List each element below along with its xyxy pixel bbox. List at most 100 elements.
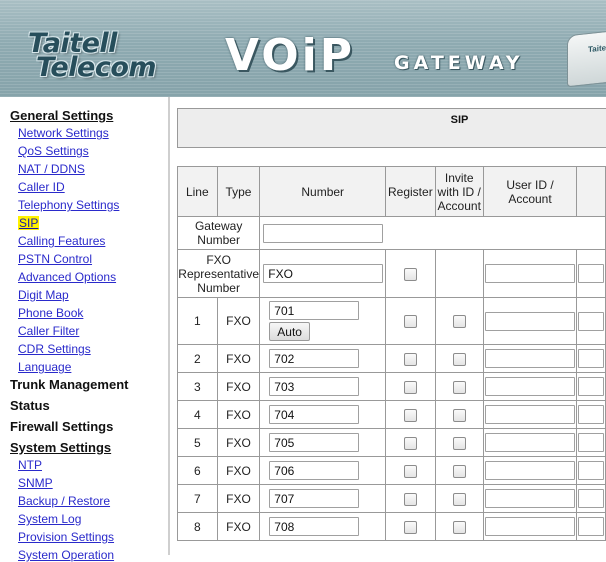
line-number: 6 — [178, 457, 218, 485]
line-type: FXO — [217, 429, 261, 457]
number-input[interactable] — [269, 405, 360, 424]
invite-cell — [435, 457, 484, 485]
sidebar-item-phone-book[interactable]: Phone Book — [18, 306, 83, 320]
userid-input[interactable] — [485, 349, 575, 368]
sidebar-item-language[interactable]: Language — [18, 360, 71, 374]
register-checkbox[interactable] — [403, 408, 417, 422]
register-checkbox[interactable] — [403, 492, 417, 506]
invite-checkbox[interactable] — [452, 352, 466, 366]
sidebar-item-system-operation[interactable]: System Operation — [18, 548, 114, 562]
sidebar-item-pstn-control[interactable]: PSTN Control — [18, 252, 92, 266]
fxo-rep-label-line3: Number — [197, 280, 240, 295]
fxo-representative-number-cell — [260, 250, 387, 298]
invite-checkbox[interactable] — [452, 436, 466, 450]
userid-input[interactable] — [485, 461, 575, 480]
invite-checkbox[interactable] — [452, 492, 466, 506]
sidebar-item-telephony-settings[interactable]: Telephony Settings — [18, 198, 119, 212]
gateway-number-label-line1: Gateway — [194, 219, 243, 233]
userid-cell — [483, 298, 578, 345]
gateway-number-input[interactable] — [263, 223, 384, 243]
register-checkbox[interactable] — [403, 315, 417, 329]
line-type: FXO — [217, 373, 261, 401]
sidebar-item-advanced-options[interactable]: Advanced Options — [18, 270, 116, 284]
sidebar-item-cdr-settings[interactable]: CDR Settings — [18, 342, 91, 356]
userid-input[interactable] — [485, 311, 575, 331]
sidebar-item-ntp[interactable]: NTP — [18, 458, 42, 472]
gateway-number-cell — [260, 217, 606, 250]
number-input[interactable] — [269, 301, 360, 320]
extra-input[interactable] — [578, 264, 605, 283]
invite-cell — [435, 373, 484, 401]
number-cell — [260, 401, 387, 429]
sidebar-item-calling-features[interactable]: Calling Features — [18, 234, 105, 248]
sidebar-item-system-log[interactable]: System Log — [18, 512, 81, 526]
fxo-representative-register-cell — [386, 250, 436, 298]
logo-text-telecom: Telecom — [36, 52, 157, 83]
header-banner: Taitell Telecom VOiP GATEWAY Taitell — [0, 0, 606, 97]
userid-input[interactable] — [485, 405, 575, 424]
sip-line-table: Line Type Number Register Invite with ID… — [177, 166, 606, 541]
register-checkbox[interactable] — [403, 352, 417, 366]
number-cell — [260, 513, 387, 541]
extra-input[interactable] — [578, 405, 605, 424]
sidebar-item-caller-filter[interactable]: Caller Filter — [18, 324, 79, 338]
column-header-userid: User ID / Account — [483, 167, 578, 217]
invite-checkbox[interactable] — [452, 464, 466, 478]
number-input[interactable] — [269, 377, 360, 396]
extra-input[interactable] — [578, 349, 605, 368]
extra-input[interactable] — [578, 377, 605, 396]
number-input[interactable] — [269, 349, 360, 368]
number-cell — [260, 345, 387, 373]
extra-input[interactable] — [578, 311, 605, 331]
userid-cell — [483, 485, 578, 513]
sidebar-item-qos-settings[interactable]: QoS Settings — [18, 144, 89, 158]
register-checkbox[interactable] — [403, 464, 417, 478]
sidebar-item-backup-restore[interactable]: Backup / Restore — [18, 494, 110, 508]
menu-header-general-settings[interactable]: General Settings — [10, 108, 113, 123]
register-checkbox[interactable] — [403, 520, 417, 534]
menu-header-status[interactable]: Status — [10, 398, 50, 413]
sidebar-item-network-settings[interactable]: Network Settings — [18, 126, 109, 140]
invite-checkbox[interactable] — [452, 380, 466, 394]
fxo-rep-label-line1: FXO — [206, 252, 231, 267]
number-input[interactable] — [269, 489, 360, 508]
menu-header-system-settings[interactable]: System Settings — [10, 440, 111, 455]
number-input[interactable] — [269, 517, 360, 536]
extra-input[interactable] — [578, 461, 605, 480]
extra-input[interactable] — [578, 489, 605, 508]
userid-input[interactable] — [485, 517, 575, 536]
number-input[interactable] — [269, 461, 360, 480]
userid-input[interactable] — [485, 264, 575, 283]
sidebar-item-nat-ddns[interactable]: NAT / DDNS — [18, 162, 85, 176]
register-checkbox[interactable] — [403, 436, 417, 450]
register-checkbox[interactable] — [403, 267, 417, 281]
register-cell — [386, 298, 436, 345]
invite-checkbox[interactable] — [452, 408, 466, 422]
line-type: FXO — [217, 401, 261, 429]
sidebar-item-caller-id[interactable]: Caller ID — [18, 180, 65, 194]
menu-header-firewall-settings[interactable]: Firewall Settings — [10, 419, 113, 434]
invite-checkbox[interactable] — [452, 315, 466, 329]
extra-input[interactable] — [578, 433, 605, 452]
section-title: SIP — [450, 114, 469, 126]
invite-checkbox[interactable] — [452, 520, 466, 534]
table-row: 6 FXO — [178, 457, 606, 485]
fxo-representative-input[interactable] — [263, 264, 384, 283]
column-header-type: Type — [217, 167, 261, 217]
userid-input[interactable] — [485, 489, 575, 508]
menu-header-trunk-management[interactable]: Trunk Management — [10, 377, 128, 392]
invite-cell — [435, 401, 484, 429]
sidebar-item-provision-settings[interactable]: Provision Settings — [18, 530, 114, 544]
sidebar-item-sip[interactable]: SIP — [18, 216, 40, 230]
userid-input[interactable] — [485, 377, 575, 396]
gateway-device-image — [567, 28, 606, 88]
sidebar-item-snmp[interactable]: SNMP — [18, 476, 53, 490]
extra-input[interactable] — [578, 517, 605, 536]
sidebar-item-digit-map[interactable]: Digit Map — [18, 288, 69, 302]
register-checkbox[interactable] — [403, 380, 417, 394]
line-type: FXO — [217, 513, 261, 541]
number-input[interactable] — [269, 433, 360, 452]
userid-input[interactable] — [485, 433, 575, 452]
register-cell — [386, 429, 436, 457]
auto-button[interactable]: Auto — [269, 322, 310, 341]
